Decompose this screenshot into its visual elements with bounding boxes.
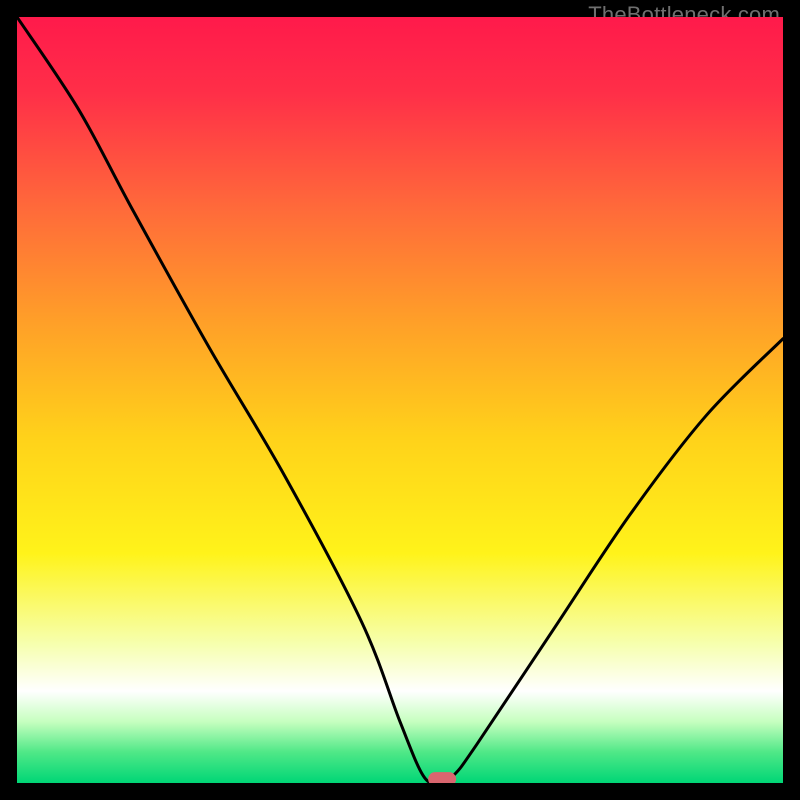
- gradient-background: [17, 17, 783, 783]
- chart-frame: [17, 17, 783, 783]
- bottleneck-chart: [17, 17, 783, 783]
- optimal-marker: [428, 772, 456, 783]
